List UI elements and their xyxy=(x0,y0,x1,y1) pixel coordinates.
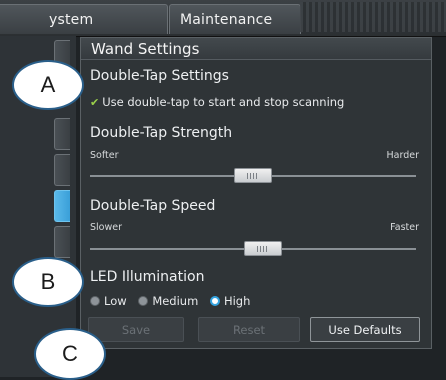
callout-a: A xyxy=(12,60,84,110)
callout-c: C xyxy=(34,328,106,380)
double-tap-strength-heading: Double-Tap Strength xyxy=(90,125,233,141)
callout-b: B xyxy=(12,257,84,307)
double-tap-option-label: Use double-tap to start and stop scannin… xyxy=(102,95,345,109)
panel-title: Wand Settings xyxy=(81,38,431,60)
radio-icon[interactable] xyxy=(90,296,100,306)
tab-system[interactable]: ystem xyxy=(0,4,168,34)
wand-settings-panel: Wand Settings Double-Tap Settings ✔ Use d… xyxy=(80,37,432,349)
led-options: Low Medium High xyxy=(90,294,250,308)
led-option-high[interactable]: High xyxy=(209,294,251,308)
speed-max-label: Faster xyxy=(390,222,419,233)
strength-max-label: Harder xyxy=(386,150,420,161)
double-tap-settings-heading: Double-Tap Settings xyxy=(90,68,229,84)
radio-icon[interactable] xyxy=(138,296,149,306)
save-button[interactable]: Save xyxy=(88,317,184,342)
led-illumination-heading: LED Illumination xyxy=(90,269,205,285)
side-nav-button-2[interactable] xyxy=(54,118,70,150)
side-nav-button-active[interactable] xyxy=(54,190,70,222)
side-nav-button-3[interactable] xyxy=(54,154,70,186)
led-option-low[interactable]: Low xyxy=(90,294,127,308)
speed-slider-thumb[interactable] xyxy=(243,241,282,256)
radio-selected-icon[interactable] xyxy=(209,296,220,306)
side-nav-button-5[interactable] xyxy=(54,226,70,258)
checkmark-icon[interactable]: ✔ xyxy=(90,96,99,109)
use-defaults-button[interactable]: Use Defaults xyxy=(310,317,420,342)
double-tap-option[interactable]: ✔ Use double-tap to start and stop scanni… xyxy=(90,95,344,109)
led-option-low-label: Low xyxy=(104,294,127,308)
tab-bar-pattern xyxy=(300,2,446,32)
strength-min-label: Softer xyxy=(90,150,119,161)
strength-slider-thumb[interactable] xyxy=(234,168,272,183)
reset-button[interactable]: Reset xyxy=(198,317,300,342)
top-tab-bar: ystem Maintenance xyxy=(0,0,446,37)
grip-icon xyxy=(256,246,269,252)
led-option-high-label: High xyxy=(223,294,251,308)
double-tap-speed-heading: Double-Tap Speed xyxy=(90,198,216,214)
led-option-medium-label: Medium xyxy=(152,294,199,308)
speed-min-label: Slower xyxy=(90,222,123,233)
led-option-medium[interactable]: Medium xyxy=(138,294,198,308)
grip-icon xyxy=(247,173,259,179)
tab-maintenance[interactable]: Maintenance xyxy=(169,4,301,34)
